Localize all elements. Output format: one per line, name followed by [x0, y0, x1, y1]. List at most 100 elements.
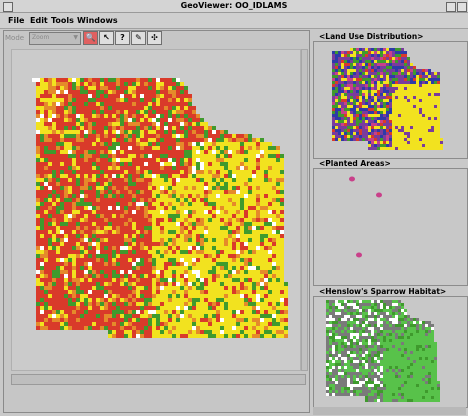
map-cell: [392, 126, 395, 129]
map-cell: [404, 54, 407, 57]
map-cell: [136, 186, 140, 190]
menu-tools[interactable]: Tools: [51, 16, 74, 25]
map-cell: [172, 114, 176, 118]
map-cell: [176, 118, 180, 122]
map-cell: [374, 129, 377, 132]
map-cell: [204, 122, 208, 126]
map-cell: [72, 110, 76, 114]
map-cell: [96, 314, 100, 318]
map-cell: [374, 111, 377, 114]
map-cell: [410, 111, 413, 114]
map-cell: [347, 66, 350, 69]
map-cell: [371, 87, 374, 90]
map-cell: [100, 258, 104, 262]
land-use-map[interactable]: [314, 42, 465, 156]
map-cell: [176, 82, 180, 86]
land-cover-map[interactable]: [12, 50, 302, 372]
map-cell: [124, 270, 128, 274]
window-title-bar[interactable]: GeoViewer: OO_IDLAMS: [0, 0, 468, 13]
map-cell: [256, 322, 260, 326]
map-cell: [362, 123, 365, 126]
horizontal-scrollbar[interactable]: [11, 374, 306, 385]
map-cell: [104, 170, 108, 174]
map-cell: [128, 310, 132, 314]
map-cell: [383, 303, 386, 306]
map-cell: [371, 48, 374, 51]
map-cell: [68, 278, 72, 282]
map-cell: [410, 126, 413, 129]
map-cell: [176, 86, 180, 90]
map-cell: [386, 300, 389, 303]
map-canvas[interactable]: [11, 49, 301, 371]
map-cell: [268, 262, 272, 266]
map-cell: [196, 262, 200, 266]
map-cell: [164, 210, 168, 214]
map-cell: [374, 114, 377, 117]
map-cell: [88, 262, 92, 266]
map-cell: [68, 270, 72, 274]
map-cell: [60, 86, 64, 90]
map-cell: [108, 170, 112, 174]
map-cell: [413, 96, 416, 99]
map-cell: [172, 78, 176, 82]
map-cell: [80, 110, 84, 114]
map-cell: [40, 238, 44, 242]
map-cell: [96, 158, 100, 162]
sparrow-habitat-map[interactable]: [314, 297, 465, 405]
measure-icon[interactable]: ✎: [131, 31, 146, 45]
minimize-button[interactable]: [446, 2, 456, 12]
pointer-icon[interactable]: ↖: [99, 31, 114, 45]
map-cell: [208, 130, 212, 134]
menu-windows[interactable]: Windows: [77, 16, 118, 25]
map-cell: [200, 174, 204, 178]
map-cell: [236, 134, 240, 138]
settings-icon[interactable]: ✣: [147, 31, 162, 45]
map-cell: [216, 282, 220, 286]
map-cell: [398, 138, 401, 141]
map-cell: [140, 250, 144, 254]
map-cell: [335, 84, 338, 87]
map-cell: [56, 130, 60, 134]
maximize-button[interactable]: [457, 2, 467, 12]
map-cell: [244, 298, 248, 302]
map-cell: [347, 75, 350, 78]
map-cell: [353, 96, 356, 99]
map-cell: [172, 246, 176, 250]
map-cell: [356, 135, 359, 138]
map-cell: [132, 226, 136, 230]
mode-select[interactable]: Zoom ▼: [29, 32, 81, 45]
map-cell: [116, 210, 120, 214]
map-cell: [200, 266, 204, 270]
map-cell: [353, 51, 356, 54]
map-cell: [383, 138, 386, 141]
map-cell: [72, 194, 76, 198]
map-cell: [144, 78, 148, 82]
vertical-scrollbar[interactable]: [301, 49, 308, 371]
help-icon[interactable]: ?: [115, 31, 130, 45]
map-cell: [192, 290, 196, 294]
map-cell: [224, 302, 228, 306]
map-cell: [192, 322, 196, 326]
zoom-icon[interactable]: 🔍: [83, 31, 98, 45]
map-cell: [216, 242, 220, 246]
menu-edit[interactable]: Edit: [30, 16, 48, 25]
map-cell: [140, 330, 144, 334]
map-cell: [148, 226, 152, 230]
map-cell: [350, 54, 353, 57]
map-cell: [40, 314, 44, 318]
map-cell: [377, 72, 380, 75]
map-cell: [431, 135, 434, 138]
map-cell: [116, 294, 120, 298]
map-cell: [353, 75, 356, 78]
map-cell: [365, 60, 368, 63]
menu-file[interactable]: File: [8, 16, 24, 25]
map-cell: [232, 182, 236, 186]
map-cell: [196, 270, 200, 274]
planted-areas-map[interactable]: [314, 169, 465, 283]
map-cell: [156, 150, 160, 154]
map-cell: [244, 222, 248, 226]
map-cell: [48, 102, 52, 106]
map-cell: [48, 274, 52, 278]
map-cell: [96, 86, 100, 90]
map-cell: [68, 222, 72, 226]
